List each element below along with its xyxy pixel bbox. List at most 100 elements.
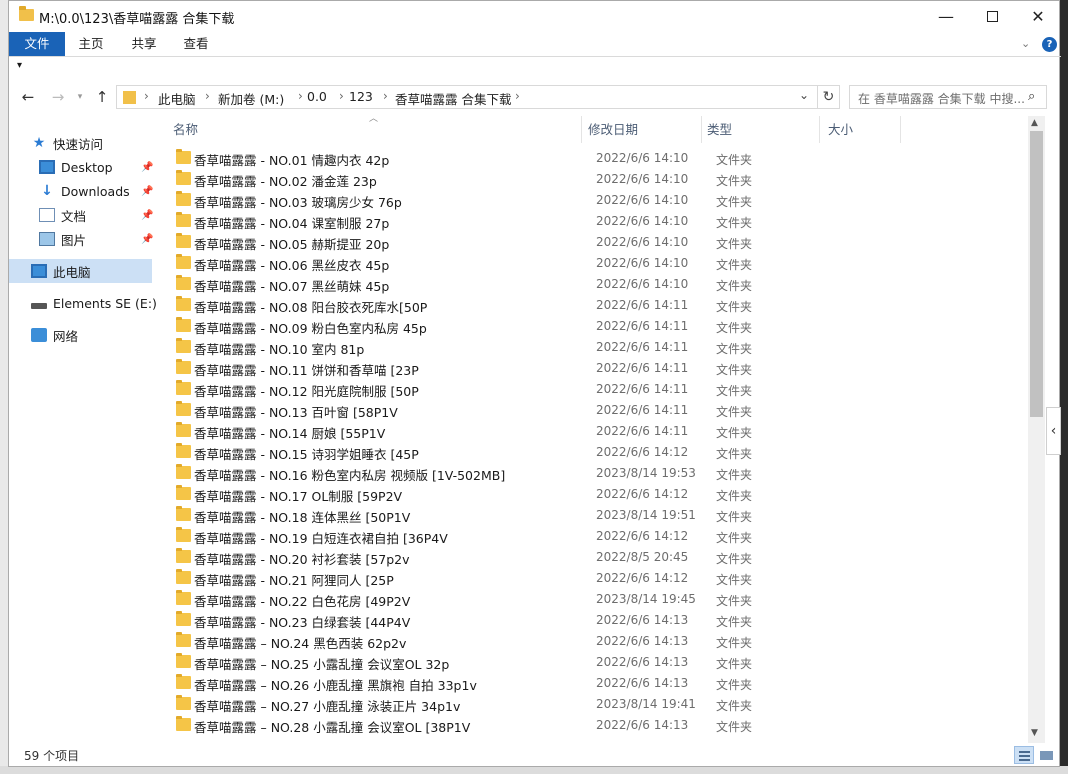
- folder-icon: [176, 632, 191, 647]
- table-row[interactable]: 香草喵露露 - NO.10 室内 81p 2022/6/6 14:11 文件夹: [169, 337, 1029, 358]
- tab-file[interactable]: 文件: [9, 32, 65, 56]
- file-type: 文件夹: [716, 615, 753, 629]
- file-name: 香草喵露露 – NO.27 小鹿乱撞 泳装正片 34p1v: [194, 699, 461, 714]
- maximize-button[interactable]: [969, 1, 1015, 32]
- nav-desktop[interactable]: Desktop 📌: [39, 155, 182, 179]
- download-icon: ↓: [41, 183, 53, 199]
- scroll-down-icon[interactable]: ▼: [1031, 728, 1038, 738]
- nav-documents[interactable]: 文档 📌: [39, 203, 182, 227]
- nav-this-pc[interactable]: 此电脑: [9, 259, 152, 283]
- table-row[interactable]: 香草喵露露 - NO.16 粉色室内私房 视频版 [1V-502MB] 2023/…: [169, 463, 1029, 484]
- column-divider[interactable]: [701, 116, 702, 143]
- table-row[interactable]: 香草喵露露 - NO.11 饼饼和香草喵 [23P 2022/6/6 14:11 文…: [169, 358, 1029, 379]
- tab-share[interactable]: 共享: [123, 32, 165, 56]
- file-name: 香草喵露露 - NO.12 阳光庭院制服 [50P: [194, 384, 419, 399]
- table-row[interactable]: 香草喵露露 - NO.01 情趣内衣 42p 2022/6/6 14:10 文件夹: [169, 148, 1029, 169]
- close-button[interactable]: ✕: [1015, 1, 1061, 32]
- table-row[interactable]: 香草喵露露 - NO.14 厨娘 [55P1V 2022/6/6 14:11 文件夹: [169, 421, 1029, 442]
- table-row[interactable]: 香草喵露露 - NO.06 黑丝皮衣 45p 2022/6/6 14:10 文件夹: [169, 253, 1029, 274]
- help-icon[interactable]: ?: [1042, 37, 1057, 52]
- address-dropdown-icon[interactable]: ⌄: [799, 88, 809, 102]
- expand-ribbon-icon[interactable]: ⌄: [1021, 37, 1030, 50]
- table-row[interactable]: 香草喵露露 – NO.27 小鹿乱撞 泳装正片 34p1v 2023/8/14 1…: [169, 694, 1029, 715]
- table-row[interactable]: 香草喵露露 - NO.07 黑丝萌妹 45p 2022/6/6 14:10 文件夹: [169, 274, 1029, 295]
- file-date: 2022/6/6 14:13: [596, 634, 689, 648]
- breadcrumb-123[interactable]: 123: [349, 89, 373, 104]
- folder-icon: [19, 6, 34, 21]
- column-divider[interactable]: [900, 116, 901, 143]
- up-button[interactable]: ↑: [91, 86, 113, 108]
- column-header-type[interactable]: 类型: [707, 119, 817, 141]
- breadcrumb-current-folder[interactable]: 香草喵露露 合集下载: [395, 89, 511, 108]
- nav-quick-access[interactable]: ★ 快速访问: [31, 131, 174, 155]
- table-row[interactable]: 香草喵露露 - NO.21 阿狸同人 [25P 2022/6/6 14:12 文件夹: [169, 568, 1029, 589]
- table-row[interactable]: 香草喵露露 – NO.25 小露乱撞 会议室OL 32p 2022/6/6 14:…: [169, 652, 1029, 673]
- address-bar[interactable]: › 此电脑 › 新加卷 (M:) › 0.0 › 123 › 香草喵露露 合集下…: [116, 85, 840, 109]
- file-type: 文件夹: [716, 342, 753, 356]
- table-row[interactable]: 香草喵露露 – NO.24 黑色西装 62p2v 2022/6/6 14:13 文件…: [169, 631, 1029, 652]
- table-row[interactable]: 香草喵露露 – NO.28 小露乱撞 会议室OL [38P1V 2022/6/6 …: [169, 715, 1029, 736]
- column-header-date[interactable]: 修改日期: [588, 119, 700, 141]
- nav-network[interactable]: 网络: [31, 323, 174, 347]
- column-divider[interactable]: [581, 116, 582, 143]
- file-date: 2022/6/6 14:13: [596, 613, 689, 627]
- back-button[interactable]: ←: [17, 86, 39, 108]
- vertical-scrollbar[interactable]: ▲ ▼: [1028, 116, 1045, 743]
- folder-icon: [176, 422, 191, 437]
- collapse-pane-button[interactable]: ‹: [1046, 407, 1061, 455]
- large-icons-view-button[interactable]: [1036, 746, 1056, 764]
- file-date: 2022/6/6 14:11: [596, 298, 689, 312]
- nav-pictures[interactable]: 图片 📌: [39, 227, 182, 251]
- folder-icon: [176, 380, 191, 395]
- folder-icon: [123, 91, 136, 104]
- file-name: 香草喵露露 - NO.04 课室制服 27p: [194, 216, 390, 231]
- table-row[interactable]: 香草喵露露 – NO.26 小鹿乱撞 黑旗袍 自拍 33p1v 2022/6/6 …: [169, 673, 1029, 694]
- table-row[interactable]: 香草喵露露 - NO.17 OL制服 [59P2V 2022/6/6 14:12 文…: [169, 484, 1029, 505]
- file-name: 香草喵露露 - NO.10 室内 81p: [194, 342, 365, 357]
- file-type: 文件夹: [716, 531, 753, 545]
- table-row[interactable]: 香草喵露露 - NO.04 课室制服 27p 2022/6/6 14:10 文件夹: [169, 211, 1029, 232]
- breadcrumb-this-pc[interactable]: 此电脑: [158, 89, 196, 108]
- table-row[interactable]: 香草喵露露 - NO.09 粉白色室内私房 45p 2022/6/6 14:11 文…: [169, 316, 1029, 337]
- search-box[interactable]: 在 香草喵露露 合集下载 中搜... ⌕: [849, 85, 1047, 109]
- table-row[interactable]: 香草喵露露 - NO.05 赫斯提亚 20p 2022/6/6 14:10 文件夹: [169, 232, 1029, 253]
- forward-button[interactable]: →: [47, 86, 69, 108]
- details-view-button[interactable]: [1014, 746, 1034, 764]
- customize-toolbar-icon[interactable]: ▾: [17, 60, 22, 71]
- minimize-button[interactable]: —: [923, 1, 969, 32]
- table-row[interactable]: 香草喵露露 - NO.03 玻璃房少女 76p 2022/6/6 14:10 文件夹: [169, 190, 1029, 211]
- column-header-name[interactable]: 名称: [173, 119, 583, 141]
- column-divider[interactable]: [819, 116, 820, 143]
- breadcrumb-0-0[interactable]: 0.0: [307, 89, 327, 104]
- table-row[interactable]: 香草喵露露 - NO.23 白绿套装 [44P4V 2022/6/6 14:13 文…: [169, 610, 1029, 631]
- recent-locations-button[interactable]: ▾: [69, 86, 91, 108]
- nav-label: 文档: [61, 208, 87, 224]
- breadcrumb-drive[interactable]: 新加卷 (M:): [218, 89, 284, 108]
- table-row[interactable]: 香草喵露露 - NO.20 衬衫套装 [57p2v 2022/8/5 20:45 文…: [169, 547, 1029, 568]
- table-row[interactable]: 香草喵露露 - NO.12 阳光庭院制服 [50P 2022/6/6 14:11 文…: [169, 379, 1029, 400]
- tab-view[interactable]: 查看: [175, 32, 217, 56]
- nav-downloads[interactable]: ↓ Downloads 📌: [39, 179, 182, 203]
- file-name: 香草喵露露 - NO.14 厨娘 [55P1V: [194, 426, 386, 441]
- status-bar: 59 个项目: [9, 743, 1061, 767]
- table-row[interactable]: 香草喵露露 - NO.18 连体黑丝 [50P1V 2023/8/14 19:51…: [169, 505, 1029, 526]
- tab-home[interactable]: 主页: [71, 32, 111, 56]
- refresh-button[interactable]: ↻: [817, 86, 839, 108]
- file-name: 香草喵露露 - NO.09 粉白色室内私房 45p: [194, 321, 427, 336]
- maximize-icon: [986, 11, 998, 22]
- column-header-size[interactable]: 大小: [828, 119, 900, 141]
- table-row[interactable]: 香草喵露露 - NO.08 阳台胶衣死库水[50P 2022/6/6 14:11 文…: [169, 295, 1029, 316]
- pin-icon: 📌: [141, 161, 154, 173]
- nav-drive-e[interactable]: Elements SE (E:): [31, 291, 174, 315]
- file-type: 文件夹: [716, 216, 753, 230]
- table-row[interactable]: 香草喵露露 - NO.15 诗羽学姐睡衣 [45P 2022/6/6 14:12 文…: [169, 442, 1029, 463]
- scroll-up-icon[interactable]: ▲: [1031, 118, 1038, 128]
- file-name: 香草喵露露 – NO.28 小露乱撞 会议室OL [38P1V: [194, 720, 471, 735]
- search-icon: ⌕: [1028, 89, 1036, 104]
- table-row[interactable]: 香草喵露露 - NO.22 白色花房 [49P2V 2023/8/14 19:45…: [169, 589, 1029, 610]
- table-row[interactable]: 香草喵露露 - NO.13 百叶窗 [58P1V 2022/6/6 14:11 文件…: [169, 400, 1029, 421]
- file-date: 2023/8/14 19:53: [596, 466, 696, 480]
- table-row[interactable]: 香草喵露露 - NO.02 潘金莲 23p 2022/6/6 14:10 文件夹: [169, 169, 1029, 190]
- table-row[interactable]: 香草喵露露 - NO.19 白短连衣裙自拍 [36P4V 2022/6/6 14:…: [169, 526, 1029, 547]
- scrollbar-thumb[interactable]: [1030, 131, 1043, 417]
